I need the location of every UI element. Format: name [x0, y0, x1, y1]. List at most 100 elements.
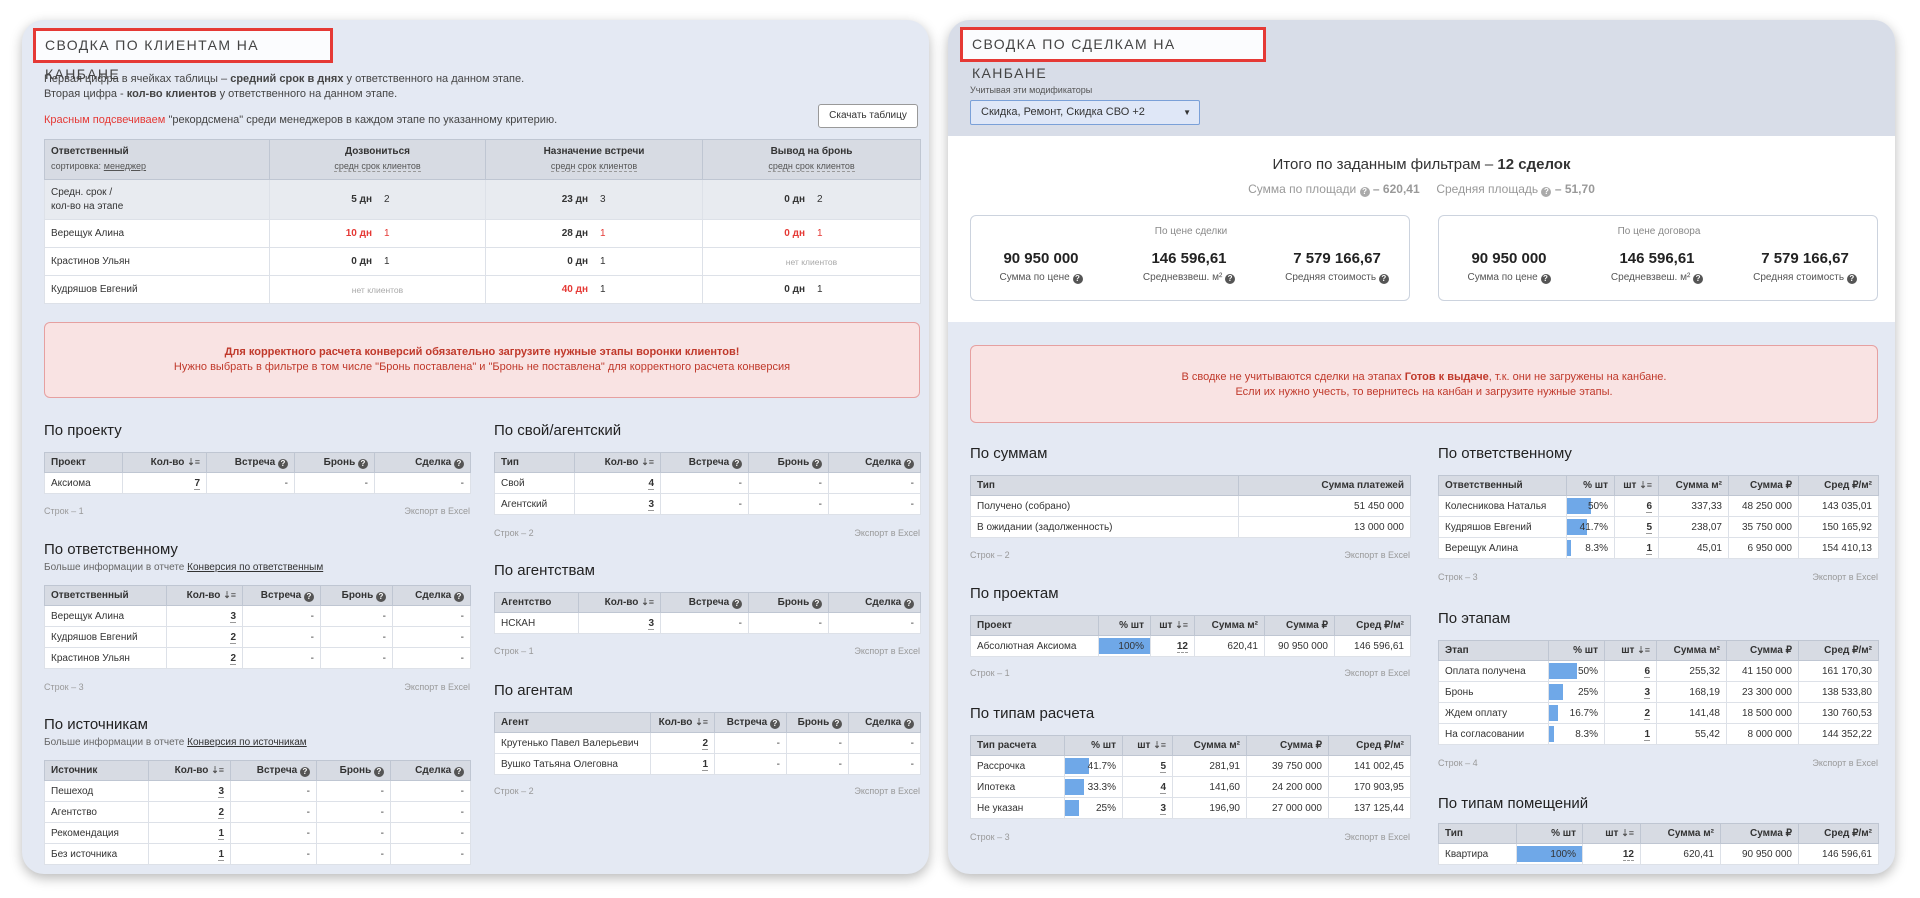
export-excel-link[interactable]: Экспорт в Excel [404, 682, 470, 692]
table-row: Рассрочка 41.7% 5 281,91 39 750 000 141 002,4… [970, 755, 1411, 777]
table-row: В ожидании (задолженность) 13 000 000 [970, 516, 1411, 538]
conversion-by-source-link[interactable]: Конверсия по источникам [187, 737, 307, 748]
table-footer: Строк – 4 Экспорт в Excel [1438, 758, 1878, 768]
table-row: Крастинов Ульян 2- - - [44, 647, 471, 669]
section-subtitle: Больше информации в отчете Конверсия по … [44, 562, 324, 573]
percent-bar: 33.3% [1064, 776, 1123, 798]
card-contract-price: По цене договора 90 950 000 Сумма по цене… [1438, 215, 1878, 301]
table-row: Без источника 1- - - [44, 843, 471, 865]
section-title: По этапам [1438, 610, 1511, 627]
export-excel-link[interactable]: Экспорт в Excel [1344, 832, 1410, 842]
avg-row: Средн. срок / кол-во на этапе 5 дн 2 23 дн… [44, 179, 921, 220]
table-row: Не указан 25% 3 196,90 27 000 000 137 125,44 [970, 797, 1411, 819]
percent-bar: 100% [1516, 843, 1583, 865]
by-sums-table: Тип Сумма платежей Получено (собрано) 51 4… [970, 475, 1411, 538]
by-type-table: Тип Кол-во ⇣≡ Встреча ? Бронь ? Сделка ? Сво… [494, 452, 921, 515]
table-row: Получено (собрано) 51 450 000 [970, 495, 1411, 517]
section-subtitle: Больше информации в отчете Конверсия по … [44, 737, 307, 748]
intro-line-2: Вторая цифра - кол-во клиентов у ответст… [44, 88, 398, 100]
section-title: По проекту [44, 422, 122, 439]
by-calc-type-table: Тип расчета% шт шт ⇣≡ Сумма м² Сумма ₽ Сред … [970, 735, 1411, 819]
deals-summary-title: СВОДКА ПО СДЕЛКАМ НА КАНБАНЕ [960, 27, 1266, 81]
section-title: По ответственному [1438, 445, 1572, 462]
table-row: Свой 4- - - [494, 472, 921, 494]
export-excel-link[interactable]: Экспорт в Excel [1812, 572, 1878, 582]
stage-header-2: Назначение встречи средн срок клиентов [485, 139, 703, 180]
by-agency-table: Агентство Кол-во ⇣≡ Встреча ? Бронь ? Сделка… [494, 592, 921, 634]
table-footer: Строк – 2 Экспорт в Excel [494, 528, 920, 538]
chevron-down-icon: ▼ [1183, 108, 1191, 117]
table-row: Крастинов Ульян 0 дн 1 0 дн 1 нет клиентов [44, 247, 921, 276]
by-stages-table: Этап% шт шт ⇣≡ Сумма м² Сумма ₽ Сред ₽/м² Оп… [1438, 640, 1879, 745]
export-excel-link[interactable]: Экспорт в Excel [404, 506, 470, 516]
resp-header: Ответственный сортировка: менеджер [44, 139, 270, 180]
by-source-table: Источник Кол-во ⇣≡ Встреча ? Бронь ? Сделка … [44, 760, 471, 865]
section-title: По агентам [494, 682, 573, 699]
percent-bar: 25% [1064, 797, 1123, 819]
table-row: Верещук Алина 3- - - [44, 605, 471, 627]
by-agent-table: Агент Кол-во ⇣≡ Встреча ? Бронь ? Сделка ? К… [494, 712, 921, 775]
section-title: По типам расчета [970, 705, 1095, 722]
table-footer: Строк – 3 Экспорт в Excel [44, 682, 470, 692]
deals-summary-panel: СВОДКА ПО СДЕЛКАМ НА КАНБАНЕ Учитывая эт… [948, 20, 1895, 874]
table-row: Оплата получена 50% 6 255,32 41 150 000 161 1… [1438, 660, 1879, 682]
export-excel-link[interactable]: Экспорт в Excel [1344, 550, 1410, 560]
by-responsible-table: Ответственный Кол-во ⇣≡ Встреча ? Бронь ? Сд… [44, 585, 471, 669]
table-row: Аксиома 7- - - [44, 472, 471, 494]
download-table-button[interactable]: Скачать таблицу [818, 104, 918, 128]
table-footer: Строк – 1 Экспорт в Excel [44, 506, 470, 516]
section-title: По агентствам [494, 562, 595, 579]
modifiers-select[interactable]: Скидка, Ремонт, Скидка СВО +2 ▼ [970, 100, 1200, 125]
deals-by-responsible-table: Ответственный% шт шт ⇣≡ Сумма м² Сумма ₽ Сре… [1438, 475, 1879, 559]
percent-bar: 50% [1548, 660, 1605, 682]
intro-line-1: Первая цифра в ячейках таблицы – средний… [44, 73, 525, 85]
percent-bar: 8.3% [1548, 723, 1605, 745]
by-projects-table: Проект% шт шт ⇣≡ Сумма м² Сумма ₽ Сред ₽/м² … [970, 615, 1411, 657]
sort-manager-link[interactable]: менеджер [104, 161, 146, 171]
table-row: Рекомендация 1- - - [44, 822, 471, 844]
table-row: Ипотека 33.3% 4 141,60 24 200 000 170 903,95 [970, 776, 1411, 798]
table-row: Верещук Алина 10 дн 1 28 дн 1 0 дн 1 [44, 219, 921, 248]
table-footer: Строк – 2 Экспорт в Excel [494, 786, 920, 796]
section-title: По типам помещений [1438, 795, 1589, 812]
table-row: Вушко Татьяна Олеговна 1- - - [494, 753, 921, 775]
avg-row-label: Средн. срок / кол-во на этапе [44, 179, 270, 220]
table-row: Колесникова Наталья 50% 6 337,33 48 250 000 1… [1438, 495, 1879, 517]
section-title: По ответственному [44, 541, 178, 558]
table-row: Абсолютная Аксиома 100% 12 620,41 90 950 000… [970, 635, 1411, 657]
table-row: Пешеход 3- - - [44, 780, 471, 802]
percent-bar: 41.7% [1064, 755, 1123, 777]
by-room-type-table: Тип% шт шт ⇣≡ Сумма м² Сумма ₽ Сред ₽/м² Ква… [1438, 823, 1879, 865]
modifiers-label: Учитывая эти модификаторы [970, 85, 1093, 95]
table-footer: Строк – 3 Экспорт в Excel [970, 832, 1410, 842]
percent-bar: 100% [1098, 635, 1151, 657]
stage-header-1: Дозвониться средн срок клиентов [269, 139, 486, 180]
export-excel-link[interactable]: Экспорт в Excel [854, 528, 920, 538]
table-row: Кудряшов Евгений 41.7% 5 238,07 35 750 000 15… [1438, 516, 1879, 538]
section-title: По свой/агентский [494, 422, 622, 439]
table-row: НСКАН 3- - - [494, 612, 921, 634]
section-title: По источникам [44, 716, 148, 733]
export-excel-link[interactable]: Экспорт в Excel [854, 646, 920, 656]
export-excel-link[interactable]: Экспорт в Excel [854, 786, 920, 796]
export-excel-link[interactable]: Экспорт в Excel [1344, 668, 1410, 678]
table-row: Крутенько Павел Валерьевич 2- - - [494, 732, 921, 754]
clients-stage-table: Ответственный сортировка: менеджер Дозвон… [44, 139, 921, 304]
percent-bar: 16.7% [1548, 702, 1605, 724]
conversion-by-resp-link[interactable]: Конверсия по ответственным [187, 562, 323, 573]
table-row: Ждем оплату 16.7% 2 141,48 18 500 000 130 760… [1438, 702, 1879, 724]
percent-bar: 41.7% [1566, 516, 1615, 538]
table-row: На согласовании 8.3% 1 55,42 8 000 000 144 35… [1438, 723, 1879, 745]
table-footer: Строк – 2 Экспорт в Excel [970, 550, 1410, 560]
table-footer: Строк – 1 Экспорт в Excel [494, 646, 920, 656]
table-row: Бронь 25% 3 168,19 23 300 000 138 533,80 [1438, 681, 1879, 703]
table-row: Квартира 100% 12 620,41 90 950 000 146 596,61 [1438, 843, 1879, 865]
clients-summary-title: СВОДКА ПО КЛИЕНТАМ НА КАНБАНЕ [33, 28, 333, 82]
stage-header-3: Вывод на бронь средн срок клиентов [702, 139, 921, 180]
totals-heading: Итого по заданным фильтрам – 12 сделок [1272, 156, 1571, 173]
table-row: Агентский 3- - - [494, 493, 921, 515]
table-row: Верещук Алина 8.3% 1 45,01 6 950 000 154 410,… [1438, 537, 1879, 559]
export-excel-link[interactable]: Экспорт в Excel [1812, 758, 1878, 768]
percent-bar: 25% [1548, 681, 1605, 703]
clients-summary-panel: СВОДКА ПО КЛИЕНТАМ НА КАНБАНЕ Первая циф… [22, 20, 929, 874]
